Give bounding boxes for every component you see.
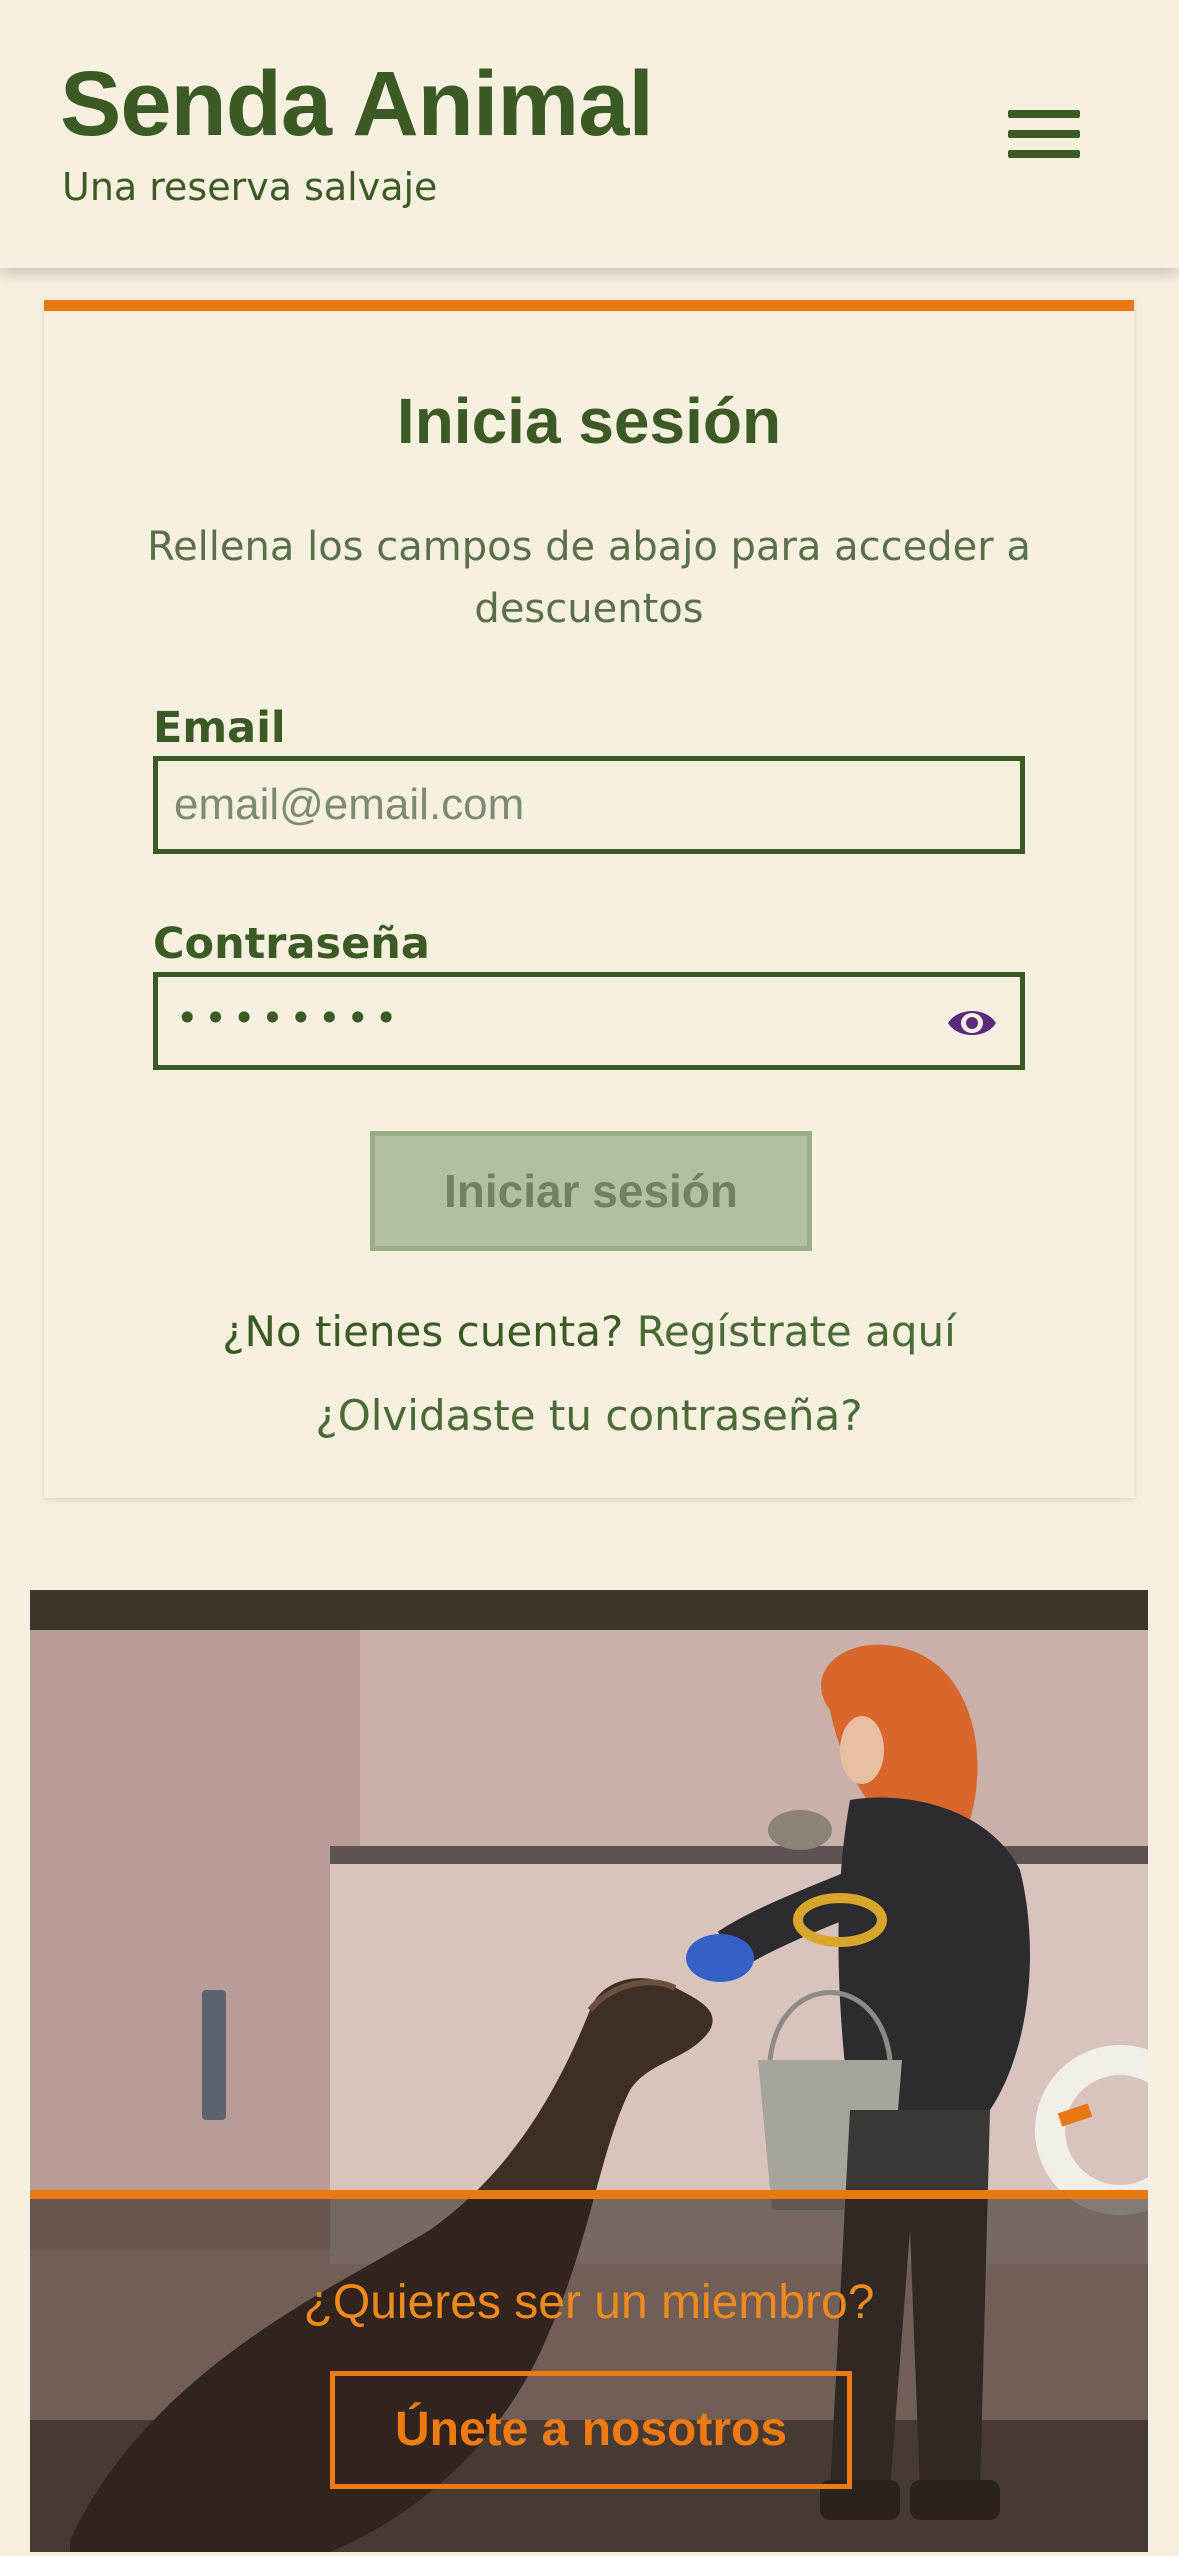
membership-overlay: ¿Quieres ser un miembro? Únete a nosotro… [30, 2190, 1148, 2552]
site-title[interactable]: Senda Animal [60, 58, 654, 150]
hamburger-menu-icon[interactable] [1000, 104, 1090, 174]
menu-bar [1008, 130, 1080, 138]
email-label: Email [153, 703, 286, 753]
register-prompt: ¿No tienes cuenta? Regístrate aquí [44, 1311, 1134, 1353]
site-header: Senda Animal Una reserva salvaje [0, 0, 1179, 268]
password-label: Contraseña [153, 919, 430, 969]
no-account-text: ¿No tienes cuenta? [222, 1307, 624, 1356]
forgot-password-link[interactable]: ¿Olvidaste tu contraseña? [44, 1395, 1134, 1437]
email-input[interactable] [174, 761, 934, 849]
menu-bar [1008, 110, 1080, 118]
email-field-box[interactable] [153, 756, 1025, 854]
eye-icon[interactable] [946, 1005, 998, 1041]
login-card: Inicia sesión Rellena los campos de abaj… [44, 300, 1134, 1498]
password-input[interactable]: •••••••• [176, 999, 403, 1037]
login-description: Rellena los campos de abajo para acceder… [147, 524, 1031, 632]
password-field-box[interactable]: •••••••• [153, 972, 1025, 1070]
login-submit-button[interactable]: Iniciar sesión [370, 1131, 812, 1251]
register-link[interactable]: Regístrate aquí [637, 1307, 956, 1356]
menu-bar [1008, 150, 1080, 158]
login-title: Inicia sesión [396, 385, 782, 457]
membership-banner: ¿Quieres ser un miembro? Únete a nosotro… [30, 1590, 1148, 2552]
join-button[interactable]: Únete a nosotros [330, 2371, 852, 2489]
site-subtitle: Una reserva salvaje [62, 165, 438, 209]
membership-question: ¿Quieres ser un miembro? [303, 2276, 875, 2329]
